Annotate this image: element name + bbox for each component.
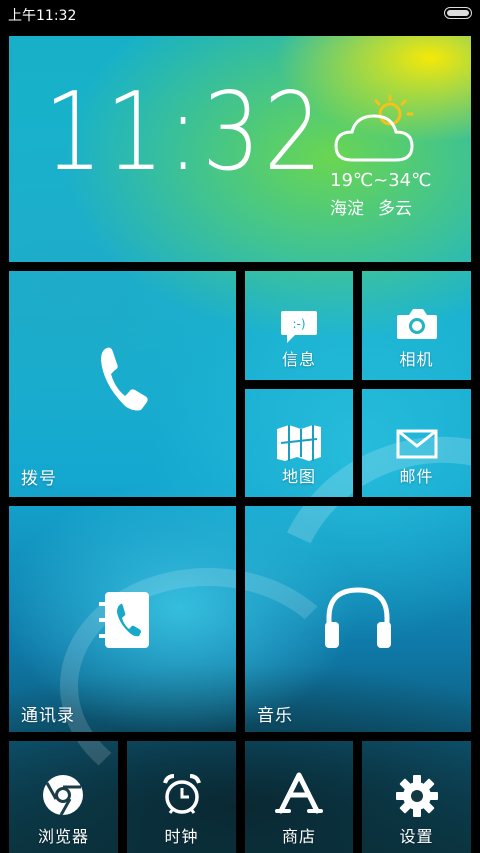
gear-icon bbox=[396, 775, 438, 817]
tile-browser-label: 浏览器 bbox=[37, 827, 89, 846]
tile-clock[interactable]: 时钟 bbox=[127, 741, 236, 853]
status-bar: 上午11:32 bbox=[0, 0, 480, 28]
tile-browser[interactable]: 浏览器 bbox=[9, 741, 118, 853]
phone-icon bbox=[101, 347, 148, 411]
tile-music[interactable]: 音乐 bbox=[245, 506, 471, 732]
tile-dialer-label: 拨号 bbox=[21, 469, 57, 489]
tile-mail-label: 邮件 bbox=[399, 467, 434, 486]
tile-maps[interactable]: 地图 bbox=[245, 389, 353, 497]
svg-text::-): :-) bbox=[292, 317, 305, 331]
tile-maps-label: 地图 bbox=[281, 467, 316, 486]
tile-messages[interactable]: :-) 信息 bbox=[245, 271, 353, 380]
map-icon bbox=[277, 425, 321, 461]
tile-clock-label: 时钟 bbox=[164, 827, 199, 846]
weather-condition: 多云 bbox=[378, 199, 412, 219]
tile-mail[interactable]: 邮件 bbox=[362, 389, 471, 497]
weather-city: 海淀 bbox=[330, 199, 364, 219]
tile-music-label: 音乐 bbox=[257, 706, 293, 726]
tile-store[interactable]: 商店 bbox=[245, 741, 353, 853]
battery-icon bbox=[444, 7, 472, 19]
partly-cloudy-icon bbox=[334, 94, 414, 162]
tile-store-label: 商店 bbox=[281, 827, 316, 846]
chat-bubble-icon: :-) bbox=[281, 311, 317, 343]
alarm-clock-icon bbox=[163, 774, 201, 814]
widget-clock-time: 11:32 bbox=[44, 70, 326, 195]
tile-settings[interactable]: 设置 bbox=[362, 741, 471, 853]
tile-camera[interactable]: 相机 bbox=[362, 271, 471, 380]
weather-temp-range: 19℃~34℃ bbox=[330, 170, 432, 191]
tile-messages-label: 信息 bbox=[281, 350, 316, 369]
camera-icon bbox=[397, 309, 437, 339]
tile-dialer[interactable]: 拨号 bbox=[9, 271, 236, 497]
status-time: 上午11:32 bbox=[8, 8, 77, 24]
app-store-icon bbox=[275, 772, 323, 814]
tile-contacts[interactable]: 通讯录 bbox=[9, 506, 236, 732]
browser-icon bbox=[43, 775, 83, 816]
contacts-book-icon bbox=[99, 592, 149, 648]
tile-camera-label: 相机 bbox=[399, 350, 434, 369]
headphones-icon bbox=[325, 587, 391, 648]
tile-settings-label: 设置 bbox=[399, 827, 434, 846]
envelope-icon bbox=[396, 429, 438, 459]
tile-contacts-label: 通讯录 bbox=[21, 706, 75, 726]
